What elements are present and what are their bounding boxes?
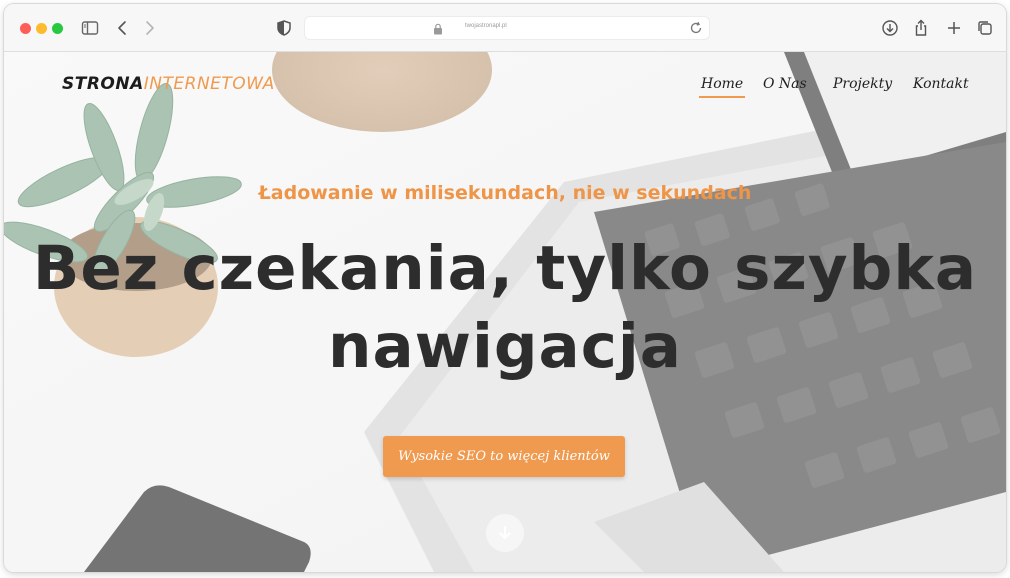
lock-icon [434,23,442,35]
url-text: twojastronapl.pl [465,23,507,29]
logo-text-primary: STRONA [62,74,144,94]
hero-subheading: Ładowanie w milisekundach, nie w sekunda… [258,182,752,204]
shield-icon[interactable] [274,18,294,38]
logo-text-secondary: INTERNETOWA [143,74,275,94]
chevron-left-icon[interactable] [113,18,133,38]
browser-window: twojastronapl.pl STRONAINTERNETOWA Home … [4,4,1006,572]
plus-icon[interactable] [944,18,964,38]
share-icon[interactable] [911,18,931,38]
tabs-icon[interactable] [975,18,995,38]
reload-icon[interactable] [689,21,703,35]
maximize-window-button[interactable] [52,23,63,34]
web-page: STRONAINTERNETOWA Home O Nas Projekty Ko… [4,52,1006,572]
minimize-window-button[interactable] [36,23,47,34]
nav-item-home[interactable]: Home [698,76,746,98]
scroll-down-button[interactable] [486,514,524,552]
site-logo[interactable]: STRONAINTERNETOWA [62,74,275,94]
download-icon[interactable] [880,18,900,38]
nav-item-kontakt[interactable]: Kontakt [913,76,969,92]
browser-toolbar: twojastronapl.pl [4,4,1006,52]
hero-headline-line-2: nawigacja [328,311,682,382]
arrow-down-icon [499,526,511,539]
nav-item-projekty[interactable]: Projekty [833,76,892,92]
address-bar[interactable]: twojastronapl.pl [304,16,710,40]
hero-headline-line-1: Bez czekania, tylko szybka [32,233,978,304]
sidebar-icon[interactable] [80,18,100,38]
nav-item-o-nas[interactable]: O Nas [763,76,807,92]
cta-button[interactable]: Wysokie SEO to więcej klientów [383,436,625,477]
close-window-button[interactable] [20,23,31,34]
chevron-right-icon[interactable] [139,18,159,38]
hero-headline: Bez czekania, tylko szybka nawigacja [24,230,986,386]
